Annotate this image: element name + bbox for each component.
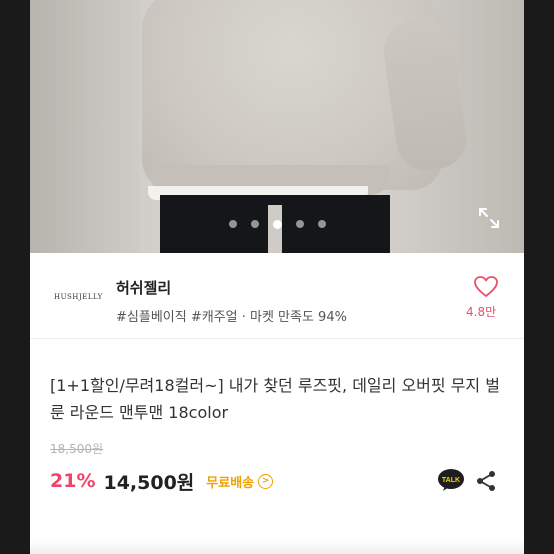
- free-shipping-badge[interactable]: 무료배송: [206, 472, 254, 491]
- shop-tags: #심플베이직 #캐주얼 · 마켓 만족도 94%: [116, 310, 347, 325]
- price-row: 21% 14,500원 무료배송 >: [50, 468, 274, 494]
- kakao-talk-label: TALK: [442, 477, 460, 484]
- like-count: 4.8만: [466, 305, 497, 319]
- gallery-dot[interactable]: [228, 220, 237, 228]
- shipping-info-icon[interactable]: >: [258, 473, 274, 489]
- kakao-talk-icon[interactable]: TALK: [437, 468, 465, 492]
- gallery-dot[interactable]: [295, 220, 304, 228]
- gallery-page-indicator: [30, 218, 524, 230]
- expand-icon[interactable]: [477, 206, 501, 230]
- product-image-gallery[interactable]: [30, 0, 524, 253]
- gallery-dot[interactable]: [250, 220, 259, 228]
- gallery-dot-active[interactable]: [272, 219, 282, 229]
- app-frame: HUSHJELLY 허쉬젤리 #심플베이직 #캐주얼 · 마켓 만족도 94% …: [30, 0, 524, 554]
- photo-background: [30, 0, 140, 253]
- discount-rate: 21%: [50, 470, 96, 492]
- product-title: [1+1할인/무려18컬러~] 내가 찾던 루즈핏, 데일리 오버핏 무지 벌룬…: [50, 376, 500, 422]
- heart-icon[interactable]: [473, 275, 499, 299]
- shop-logo[interactable]: HUSHJELLY: [54, 293, 103, 301]
- shop-name[interactable]: 허쉬젤리: [116, 277, 171, 298]
- share-icon[interactable]: [475, 470, 497, 492]
- bottom-divider: [30, 540, 524, 554]
- sale-price: 14,500원: [103, 471, 195, 494]
- original-price: 18,500원: [50, 442, 104, 456]
- shop-info-row[interactable]: HUSHJELLY 허쉬젤리 #심플베이직 #캐주얼 · 마켓 만족도 94% …: [30, 253, 524, 339]
- gallery-dot[interactable]: [317, 220, 326, 228]
